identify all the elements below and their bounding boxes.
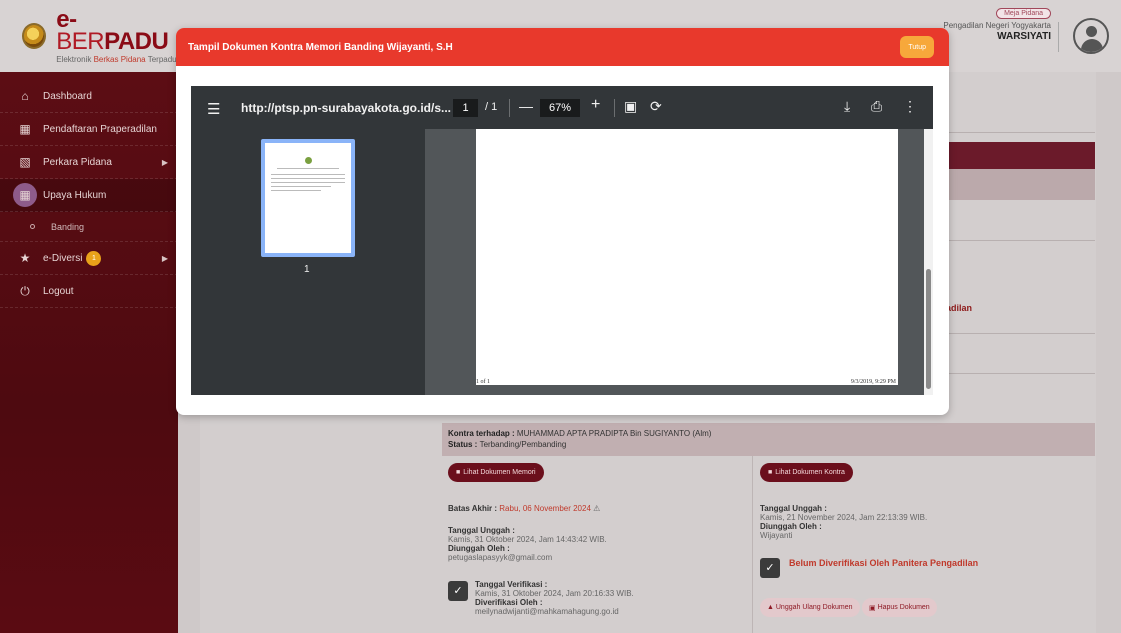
scrollbar[interactable] (924, 129, 933, 395)
upload-icon: ▲ (767, 604, 776, 611)
page-footer-right: 9/3/2019, 9:29 PM (850, 379, 896, 385)
court-name: Pengadilan Negeri Yogyakarta (943, 21, 1051, 30)
kontra-info-bar: Kontra terhadap : MUHAMMAD APTA PRADIPTA… (442, 423, 1095, 456)
scrollbar-thumb[interactable] (926, 269, 931, 389)
rotate-icon[interactable]: ⟳ (650, 98, 662, 115)
fit-page-icon[interactable]: ▣ (624, 98, 637, 115)
partial-status-text: adilan (946, 303, 973, 313)
header-divider (1058, 22, 1059, 52)
modal-title: Tampil Dokumen Kontra Memori Banding Wij… (188, 41, 453, 53)
warning-icon: ⚠ (593, 504, 601, 513)
print-icon[interactable]: ⎙ (871, 98, 882, 115)
zoom-input[interactable]: 67% (540, 99, 580, 117)
brand-title: e-BERPADU (56, 5, 169, 55)
zoom-in-icon[interactable]: + (591, 96, 600, 114)
seal-icon (305, 157, 312, 164)
page-footer-left: 1 of 1 (476, 379, 490, 385)
batas-akhir: Batas Akhir : Rabu, 06 November 2024 ⚠ (448, 504, 601, 513)
power-icon: ⏻ (20, 283, 30, 298)
file-icon: ■ (456, 469, 461, 476)
home-icon: ⌂ (21, 89, 29, 103)
court-logo-icon (22, 23, 47, 49)
delete-document-button[interactable]: ▣ Hapus Dokumen (862, 598, 937, 617)
brand[interactable]: e-BERPADU Elektronik Berkas Pidana Terpa… (0, 0, 178, 72)
user-info: Meja Pidana Pengadilan Negeri Yogyakarta… (943, 6, 1051, 42)
page-thumbnail[interactable] (261, 139, 355, 257)
page-number-input[interactable]: 1 (453, 99, 478, 117)
pdf-viewer: ☰ http://ptsp.pn-surabayakota.go.id/s...… (191, 86, 933, 395)
file-icon: ■ (768, 469, 773, 476)
download-icon[interactable]: ⤓ (844, 98, 850, 115)
section-subheader (940, 169, 1095, 200)
sidebar-item-e-diversi[interactable]: ★ e-Diversi 1 ▶ (0, 242, 178, 275)
chevron-right-icon: ▶ (161, 157, 168, 167)
pdf-url: http://ptsp.pn-surabayakota.go.id/s... (241, 101, 452, 115)
menu-icon[interactable]: ☰ (207, 100, 220, 118)
kontra-panel: ■ Lihat Dokumen Kontra Tanggal Unggah : … (754, 456, 1095, 633)
avatar[interactable] (1073, 18, 1109, 54)
view-memori-button[interactable]: ■ Lihat Dokumen Memori (448, 463, 544, 482)
pdf-toolbar: ☰ http://ptsp.pn-surabayakota.go.id/s...… (191, 86, 933, 129)
file-icon: ▦ (13, 183, 37, 207)
zoom-out-icon[interactable]: — (519, 98, 533, 114)
sidebar-item-perkara-pidana[interactable]: ▧ Perkara Pidana ▶ (0, 146, 178, 179)
user-name: WARSIYATI (997, 31, 1051, 42)
check-icon: ✓ (760, 558, 780, 578)
folder-icon: ▧ (19, 155, 31, 169)
memori-panel: ■ Lihat Dokumen Memori Batas Akhir : Rab… (442, 456, 753, 633)
sidebar-item-praperadilan[interactable]: ▦ Pendaftaran Praperadilan (0, 113, 178, 146)
verification-info: Tanggal Verifikasi : Kamis, 31 Oktober 2… (475, 580, 634, 616)
sidebar-item-upaya-hukum[interactable]: ▦ Upaya Hukum (0, 179, 178, 212)
upload-info: Tanggal Unggah : Kamis, 31 Oktober 2024,… (448, 526, 607, 562)
document-modal: Tampil Dokumen Kontra Memori Banding Wij… (176, 28, 949, 415)
section-header (940, 142, 1095, 169)
role-badge: Meja Pidana (996, 8, 1051, 19)
reupload-button[interactable]: ▲ Unggah Ulang Dokumen (760, 598, 860, 617)
sidebar-item-dashboard[interactable]: ⌂ Dashboard (0, 80, 178, 113)
user-icon (1086, 26, 1097, 37)
sidebar: ⌂ Dashboard ▦ Pendaftaran Praperadilan ▧… (0, 72, 178, 633)
page-total: / 1 (485, 101, 498, 113)
notification-badge: 1 (86, 250, 102, 266)
star-icon: ★ (19, 251, 31, 265)
pdf-page: 1 of 1 9/3/2019, 9:29 PM (476, 129, 898, 385)
trash-icon: ▣ (869, 604, 878, 612)
more-options-icon[interactable]: ⋮ (903, 98, 917, 115)
thumbnail-page-number: 1 (304, 264, 310, 275)
brand-text: e-BERPADU Elektronik Berkas Pidana Terpa… (56, 5, 178, 64)
kontra-upload-info: Tanggal Unggah : Kamis, 21 November 2024… (760, 504, 928, 540)
sidebar-item-logout[interactable]: ⏻ Logout (0, 275, 178, 308)
brand-subtitle: Elektronik Berkas Pidana Terpadu (56, 54, 177, 64)
close-button[interactable]: Tutup (900, 36, 934, 58)
not-verified-status: Belum Diverifikasi Oleh Panitera Pengadi… (789, 558, 979, 568)
dot-icon (30, 224, 35, 229)
chevron-right-icon: ▶ (161, 253, 168, 263)
sidebar-item-banding[interactable]: Banding (0, 212, 178, 242)
modal-header: Tampil Dokumen Kontra Memori Banding Wij… (176, 28, 949, 66)
file-icon: ▦ (19, 122, 31, 136)
thumbnail-sidebar: 1 (191, 129, 425, 395)
check-icon: ✓ (448, 581, 468, 601)
view-kontra-button[interactable]: ■ Lihat Dokumen Kontra (760, 463, 853, 482)
